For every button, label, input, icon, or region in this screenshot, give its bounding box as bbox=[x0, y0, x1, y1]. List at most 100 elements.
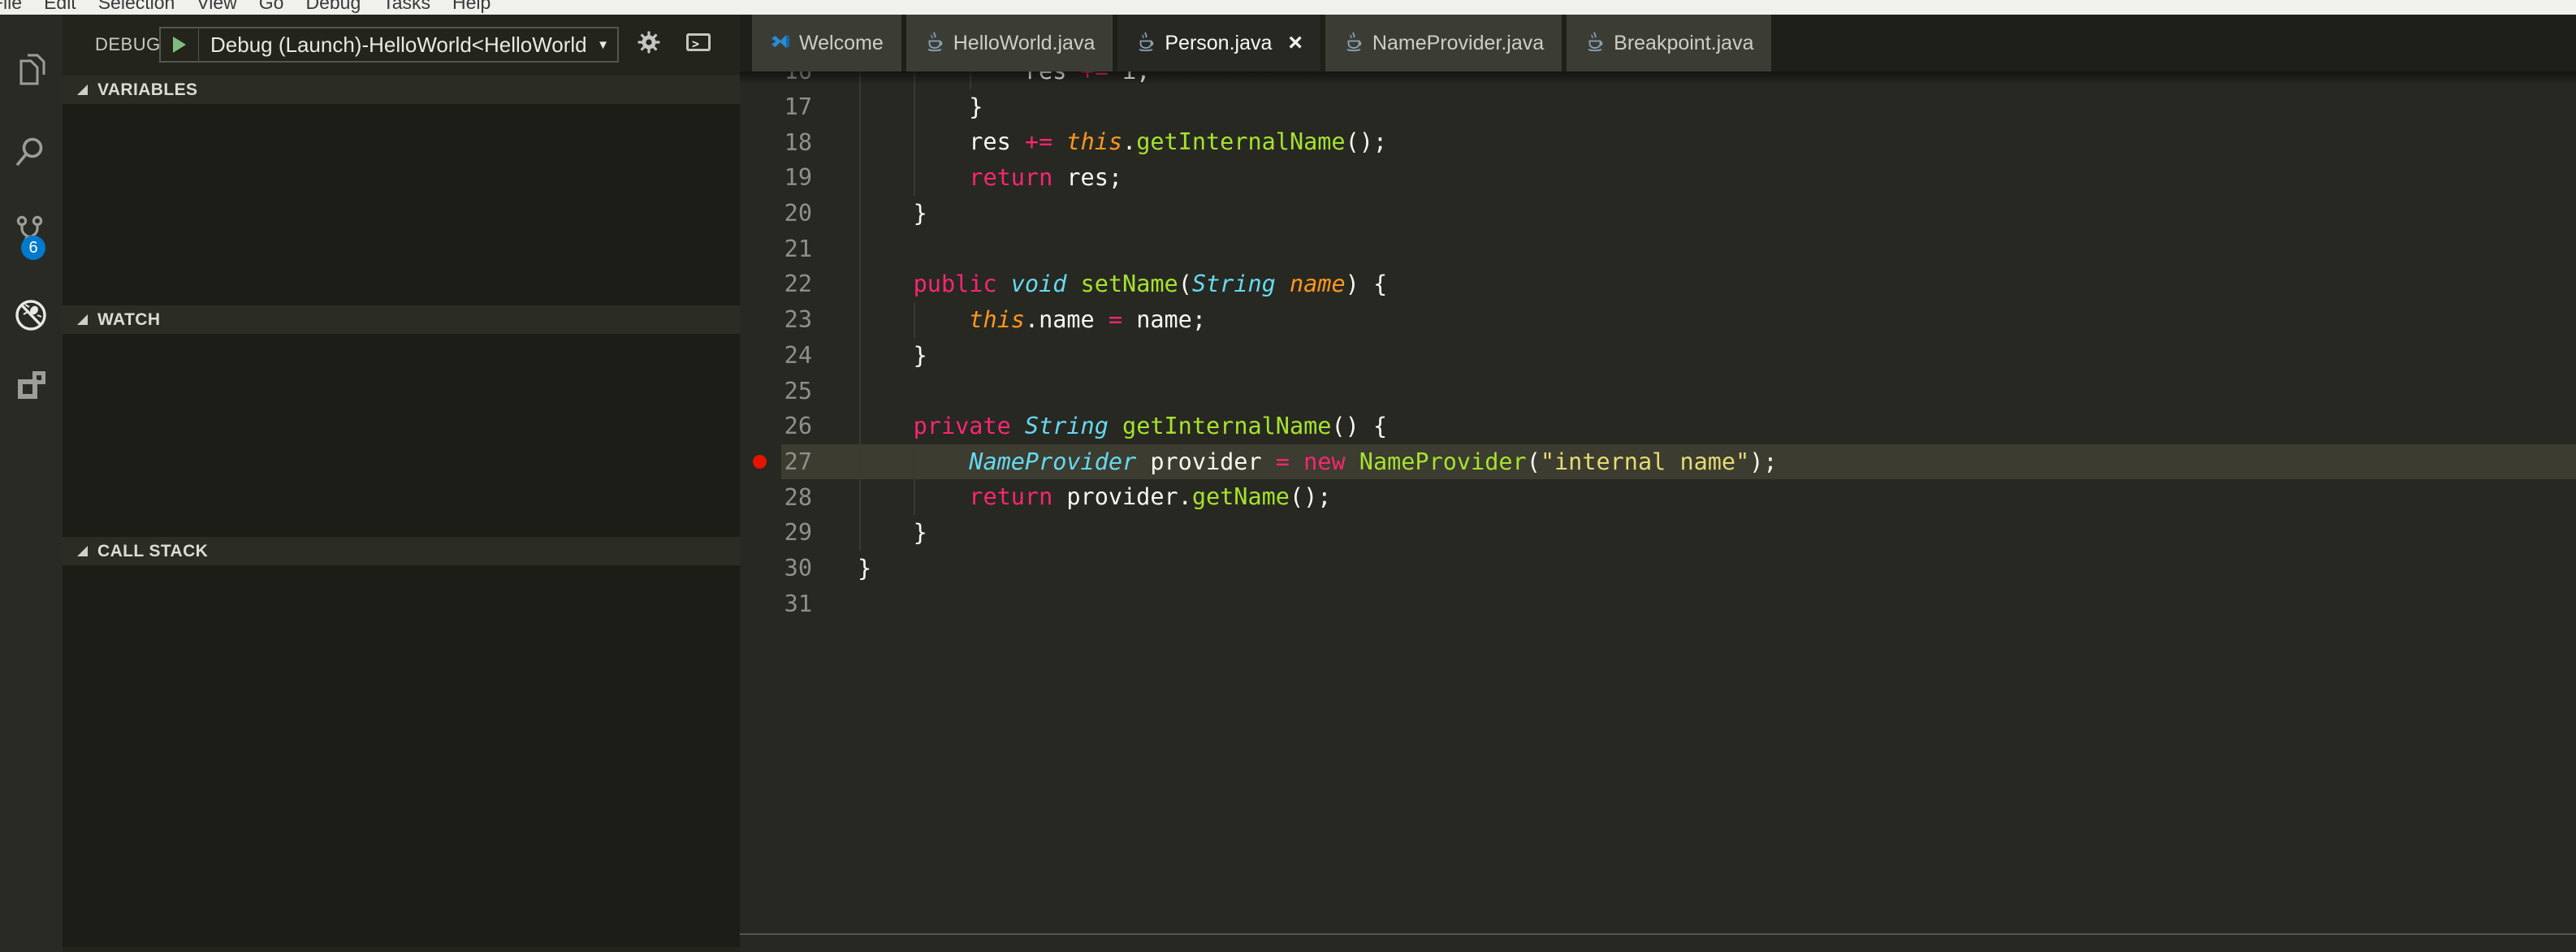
java-file-icon bbox=[1584, 31, 1606, 56]
line-number[interactable]: 26 bbox=[740, 413, 812, 439]
code-lines: 16 res += i;17 }18 res += this.getIntern… bbox=[740, 71, 2576, 621]
menu-item-file[interactable]: File bbox=[0, 0, 22, 14]
java-file-icon bbox=[1343, 31, 1364, 56]
debug-toolbar: DEBUG Debug (Launch)-HelloWorld<HelloWor… bbox=[63, 15, 740, 76]
tab-label: HelloWorld.java bbox=[953, 32, 1096, 55]
code-line-24: 24 } bbox=[740, 338, 2576, 374]
indent-guide bbox=[859, 373, 861, 409]
code-line-26: 26 private String getInternalName() { bbox=[740, 409, 2576, 444]
breakpoint-dot[interactable] bbox=[753, 455, 767, 469]
line-number[interactable]: 28 bbox=[740, 484, 812, 511]
debug-console-button[interactable]: > bbox=[686, 33, 711, 51]
menu-bar: File Edit Selection View Go Debug Tasks Help bbox=[0, 0, 2576, 15]
line-number[interactable]: 21 bbox=[740, 236, 812, 262]
code-text[interactable]: public void setName(String name) { bbox=[858, 266, 1387, 302]
code-line-29: 29 } bbox=[740, 515, 2576, 551]
watch-section-body[interactable] bbox=[63, 334, 740, 537]
activity-bar: 6 bbox=[0, 15, 63, 952]
debug-icon[interactable] bbox=[12, 296, 50, 334]
tab-person-java[interactable]: Person.java × bbox=[1117, 15, 1320, 71]
configure-gear-button[interactable] bbox=[638, 31, 660, 54]
debug-panel-title: DEBUG bbox=[95, 34, 161, 55]
code-line-21: 21 bbox=[740, 231, 2576, 266]
search-icon[interactable] bbox=[12, 132, 50, 170]
callstack-section-header[interactable]: CALL STACK bbox=[63, 537, 740, 565]
code-line-23: 23 this.name = name; bbox=[740, 302, 2576, 338]
code-text[interactable]: } bbox=[858, 515, 927, 551]
twistie-expanded-icon bbox=[77, 546, 88, 556]
line-number[interactable]: 27 bbox=[740, 448, 812, 475]
tab-breakpoint-java[interactable]: Breakpoint.java bbox=[1567, 15, 1771, 71]
menu-item-selection[interactable]: Selection bbox=[98, 0, 175, 14]
tab-welcome[interactable]: Welcome bbox=[752, 15, 901, 71]
code-line-17: 17 } bbox=[740, 89, 2576, 125]
tab-label: Welcome bbox=[799, 32, 884, 55]
java-file-icon bbox=[924, 31, 945, 56]
launch-config-dropdown[interactable]: Debug (Launch)-HelloWorld<HelloWorld ▼ bbox=[159, 27, 619, 63]
chevron-down-icon: ▼ bbox=[589, 38, 617, 52]
menu-item-tasks[interactable]: Tasks bbox=[383, 0, 430, 14]
menu-item-edit[interactable]: Edit bbox=[44, 0, 76, 14]
watch-section-header[interactable]: WATCH bbox=[63, 305, 740, 334]
line-number[interactable]: 31 bbox=[740, 591, 812, 617]
tab-label: Breakpoint.java bbox=[1614, 32, 1753, 55]
section-title: WATCH bbox=[97, 310, 160, 330]
code-text[interactable]: NameProvider provider = new NameProvider… bbox=[858, 444, 1778, 480]
editor-bottom-divider bbox=[740, 933, 2576, 935]
callstack-section-body[interactable] bbox=[63, 565, 740, 947]
scm-changes-badge: 6 bbox=[21, 236, 45, 260]
code-text[interactable]: private String getInternalName() { bbox=[858, 409, 1387, 444]
menu-item-debug[interactable]: Debug bbox=[305, 0, 361, 14]
menu-item-go[interactable]: Go bbox=[259, 0, 284, 14]
indent-guide bbox=[859, 231, 861, 266]
code-text[interactable]: return res; bbox=[858, 160, 1122, 196]
code-editor[interactable]: 16 res += i;17 }18 res += this.getIntern… bbox=[740, 71, 2576, 952]
code-text[interactable]: } bbox=[858, 196, 927, 232]
code-line-19: 19 return res; bbox=[740, 160, 2576, 196]
line-number[interactable]: 18 bbox=[740, 129, 812, 156]
line-number[interactable]: 29 bbox=[740, 519, 812, 546]
code-text[interactable]: } bbox=[858, 338, 927, 374]
tab-nameprovider-java[interactable]: NameProvider.java bbox=[1325, 15, 1562, 71]
variables-section-header[interactable]: VARIABLES bbox=[63, 76, 740, 104]
section-title: VARIABLES bbox=[97, 80, 197, 100]
line-number[interactable]: 19 bbox=[740, 164, 812, 191]
code-text[interactable]: return provider.getName(); bbox=[858, 479, 1331, 515]
java-file-icon bbox=[1135, 31, 1156, 56]
tab-label: Person.java bbox=[1165, 32, 1272, 55]
code-text[interactable]: } bbox=[858, 551, 871, 586]
code-line-28: 28 return provider.getName(); bbox=[740, 479, 2576, 515]
menu-item-help[interactable]: Help bbox=[452, 0, 491, 14]
files-icon[interactable] bbox=[12, 50, 50, 88]
close-icon[interactable]: × bbox=[1288, 31, 1303, 55]
line-number[interactable]: 17 bbox=[740, 93, 812, 120]
menu-item-view[interactable]: View bbox=[197, 0, 236, 14]
section-title: CALL STACK bbox=[97, 542, 208, 561]
vscode-logo-icon bbox=[770, 31, 791, 56]
line-number[interactable]: 30 bbox=[740, 555, 812, 582]
twistie-expanded-icon bbox=[77, 84, 88, 95]
code-line-27: 27 NameProvider provider = new NameProvi… bbox=[740, 444, 2576, 480]
start-debug-button[interactable] bbox=[161, 28, 199, 61]
variables-section-body[interactable] bbox=[63, 104, 740, 305]
code-text[interactable]: this.name = name; bbox=[858, 302, 1206, 338]
line-number[interactable]: 16 bbox=[740, 71, 812, 84]
launch-config-name: Debug (Launch)-HelloWorld<HelloWorld bbox=[199, 32, 589, 58]
line-number[interactable]: 24 bbox=[740, 342, 812, 369]
twistie-expanded-icon bbox=[77, 314, 88, 325]
line-number[interactable]: 25 bbox=[740, 378, 812, 405]
code-line-22: 22 public void setName(String name) { bbox=[740, 266, 2576, 302]
extensions-icon[interactable] bbox=[12, 367, 50, 405]
code-line-18: 18 res += this.getInternalName(); bbox=[740, 124, 2576, 160]
code-line-30: 30} bbox=[740, 551, 2576, 586]
code-text[interactable]: } bbox=[858, 89, 983, 125]
code-line-20: 20 } bbox=[740, 196, 2576, 232]
tab-label: NameProvider.java bbox=[1372, 32, 1544, 55]
line-number[interactable]: 23 bbox=[740, 306, 812, 333]
code-text[interactable]: res += i; bbox=[858, 71, 1150, 89]
code-text[interactable]: res += this.getInternalName(); bbox=[858, 124, 1387, 160]
line-number[interactable]: 20 bbox=[740, 200, 812, 227]
line-number[interactable]: 22 bbox=[740, 270, 812, 297]
tab-helloworld-java[interactable]: HelloWorld.java bbox=[906, 15, 1113, 71]
editor-group: Welcome HelloWorld.java Person.java × NamePr… bbox=[740, 15, 2576, 952]
